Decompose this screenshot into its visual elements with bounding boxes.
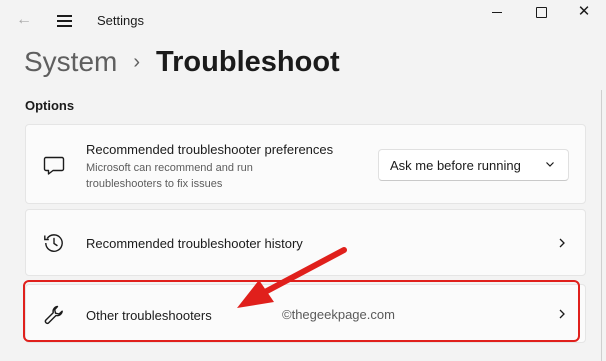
dropdown-selected-value: Ask me before running	[390, 158, 521, 173]
app-title: Settings	[97, 13, 144, 28]
minimize-icon[interactable]	[486, 4, 510, 22]
section-label-options: Options	[25, 98, 75, 113]
preferences-title: Recommended troubleshooter preferences	[86, 142, 334, 157]
breadcrumb-separator: ›	[133, 50, 141, 73]
breadcrumb-system[interactable]: System	[24, 46, 117, 78]
title-bar: ← Settings ✕	[0, 0, 606, 40]
chevron-down-icon	[546, 162, 554, 167]
breadcrumb: System › Troubleshoot	[24, 40, 340, 84]
chevron-right-icon	[559, 238, 565, 248]
close-icon[interactable]: ✕	[572, 4, 596, 22]
troubleshooter-preferences-card: Recommended troubleshooter preferences M…	[25, 124, 586, 204]
history-clock-icon	[44, 234, 63, 252]
hamburger-menu-icon[interactable]	[55, 10, 75, 30]
chat-feedback-icon	[43, 156, 65, 175]
page-title: Troubleshoot	[156, 45, 340, 78]
back-arrow-icon[interactable]: ←	[14, 10, 34, 30]
preferences-description: Microsoft can recommend and run troubles…	[86, 162, 253, 190]
troubleshooter-preference-dropdown[interactable]: Ask me before running	[378, 149, 569, 181]
scrollbar-track[interactable]	[601, 90, 602, 361]
maximize-icon[interactable]	[530, 4, 554, 22]
annotation-arrow	[237, 247, 347, 308]
